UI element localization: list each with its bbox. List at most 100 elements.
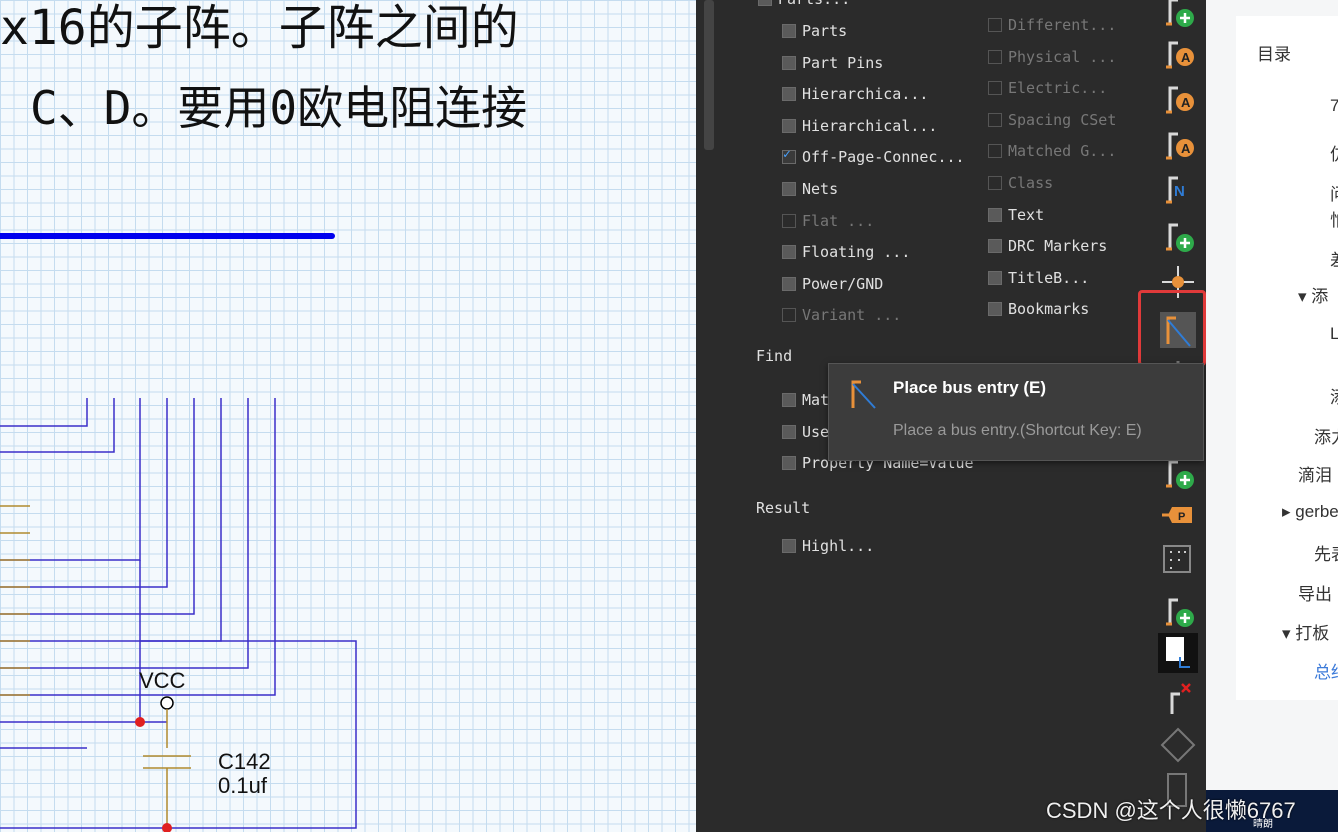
left-filter-option-7[interactable]: Floating ... bbox=[782, 243, 910, 261]
toc-item[interactable]: ▾ 打板 bbox=[1282, 619, 1329, 644]
bus-entry-highlight-box bbox=[1138, 290, 1206, 366]
tooltip-title: Place bus entry (E) bbox=[893, 378, 1047, 397]
right-filter-option-5[interactable]: Class bbox=[988, 174, 1053, 192]
place-wire-add-icon[interactable] bbox=[1158, 590, 1198, 630]
checkbox[interactable] bbox=[782, 308, 796, 323]
place-page-icon[interactable] bbox=[1158, 633, 1198, 673]
place-off-page-p-icon[interactable]: P bbox=[1158, 495, 1198, 535]
toc-item[interactable]: 添 bbox=[1330, 383, 1338, 408]
result-section-title: Result bbox=[756, 499, 811, 517]
place-part-add-icon[interactable] bbox=[1158, 0, 1198, 30]
left-filter-option-0[interactable]: Parts bbox=[782, 22, 847, 40]
checkbox[interactable] bbox=[782, 539, 796, 553]
vcc-label: VCC bbox=[139, 668, 186, 693]
right-filter-option-6[interactable]: Text bbox=[988, 206, 1044, 224]
place-grid-array-icon[interactable] bbox=[1158, 540, 1198, 580]
right-filter-option-3[interactable]: Spacing CSet bbox=[988, 111, 1116, 129]
checkbox[interactable] bbox=[988, 270, 1002, 285]
checkbox[interactable] bbox=[782, 213, 796, 228]
option-label: Off-Page-Connec... bbox=[802, 148, 965, 167]
checkbox[interactable] bbox=[782, 182, 796, 196]
find-option-1[interactable]: Use bbox=[782, 423, 829, 441]
checkbox[interactable] bbox=[988, 302, 1002, 317]
svg-text:A: A bbox=[1181, 50, 1191, 65]
option-label: Floating ... bbox=[802, 243, 911, 262]
left-filter-option-3[interactable]: Hierarchical... bbox=[782, 117, 937, 135]
vertical-wires bbox=[0, 398, 357, 829]
toc-item[interactable]: 总结 bbox=[1314, 658, 1338, 683]
option-label: Class bbox=[1008, 174, 1054, 192]
toc-item[interactable]: 怕 bbox=[1330, 206, 1338, 231]
option-label: Part Pins bbox=[802, 53, 884, 72]
no-connect-icon[interactable] bbox=[1158, 680, 1198, 720]
place-pin-a-icon-2[interactable]: A bbox=[1158, 124, 1198, 164]
left-filter-option-1[interactable]: Part Pins bbox=[782, 54, 883, 72]
left-filter-option-8[interactable]: Power/GND bbox=[782, 275, 883, 293]
find-option-0[interactable]: Mat bbox=[782, 391, 829, 409]
toc-item[interactable]: ▸ gerbe bbox=[1282, 502, 1338, 522]
checkbox[interactable] bbox=[988, 49, 1002, 64]
checkbox[interactable] bbox=[988, 176, 1002, 190]
checkbox[interactable] bbox=[758, 0, 772, 6]
right-filter-option-1[interactable]: Physical ... bbox=[988, 48, 1116, 66]
checkbox[interactable] bbox=[988, 81, 1002, 96]
left-filter-option-2[interactable]: Hierarchica... bbox=[782, 85, 928, 103]
place-pin-a-stack-icon[interactable]: A bbox=[1158, 78, 1198, 118]
option-label: Bookmarks bbox=[1008, 300, 1090, 319]
result-option-0[interactable]: Highl... bbox=[782, 537, 874, 555]
toc-item[interactable]: ▾ 添 bbox=[1298, 282, 1328, 307]
checkbox[interactable] bbox=[988, 18, 1002, 32]
place-net-n-icon[interactable]: N bbox=[1158, 168, 1198, 208]
checkbox[interactable] bbox=[782, 87, 796, 102]
right-filter-option-9[interactable]: Bookmarks bbox=[988, 300, 1089, 318]
scrollbar-thumb[interactable] bbox=[704, 0, 714, 150]
filter-option-top-cut[interactable]: Parts... bbox=[758, 0, 850, 8]
toc-item[interactable]: 问 bbox=[1330, 180, 1338, 205]
left-filter-option-4[interactable]: Off-Page-Connec... bbox=[782, 147, 965, 167]
toc-item[interactable]: 添力 bbox=[1314, 423, 1338, 448]
checkbox[interactable] bbox=[782, 424, 796, 439]
option-label: Highl... bbox=[802, 537, 875, 555]
option-label: Parts... bbox=[778, 0, 850, 8]
checkbox[interactable] bbox=[782, 55, 796, 70]
place-pin-a-icon[interactable]: A bbox=[1158, 33, 1198, 73]
place-diamond-icon[interactable] bbox=[1158, 725, 1198, 765]
right-filter-option-2[interactable]: Electric... bbox=[988, 79, 1107, 97]
checkbox[interactable] bbox=[782, 245, 796, 260]
left-filter-option-6[interactable]: Flat ... bbox=[782, 212, 874, 230]
checkbox[interactable] bbox=[782, 147, 796, 165]
toc-item[interactable]: 导出 bbox=[1298, 580, 1332, 605]
checkbox[interactable] bbox=[782, 456, 796, 471]
checkbox[interactable] bbox=[988, 239, 1002, 254]
checkbox[interactable] bbox=[988, 112, 1002, 127]
left-filter-option-9[interactable]: Variant ... bbox=[782, 306, 901, 324]
option-label: Mat bbox=[802, 391, 830, 409]
option-label: Text bbox=[1008, 205, 1045, 224]
left-filter-option-5[interactable]: Nets bbox=[782, 180, 838, 198]
junction-dot bbox=[162, 823, 172, 832]
checkbox[interactable] bbox=[782, 276, 796, 291]
svg-text:A: A bbox=[1181, 95, 1191, 110]
checkbox[interactable] bbox=[988, 207, 1002, 222]
right-filter-option-8[interactable]: TitleB... bbox=[988, 269, 1089, 287]
right-filter-option-0[interactable]: Different... bbox=[988, 16, 1116, 34]
checkbox[interactable] bbox=[782, 24, 796, 38]
toc-item[interactable]: 滴泪 bbox=[1298, 461, 1332, 486]
schematic-drawing bbox=[0, 233, 357, 832]
schematic-canvas[interactable]: x16的子阵。子阵之间的 C、D。要用0欧电阻连接 VCC C142 0.1uf bbox=[0, 0, 696, 832]
capacitor-c142 bbox=[143, 755, 191, 828]
right-filter-option-4[interactable]: Matched G... bbox=[988, 142, 1116, 160]
place-pin-add-icon[interactable] bbox=[1158, 215, 1198, 255]
toc-item[interactable]: 仿 bbox=[1330, 140, 1338, 165]
option-label: Variant ... bbox=[802, 306, 902, 325]
toc-item[interactable]: 差 bbox=[1330, 246, 1338, 271]
checkbox[interactable] bbox=[782, 118, 796, 133]
toc-item[interactable]: L bbox=[1330, 324, 1338, 344]
option-label: Hierarchical... bbox=[802, 116, 938, 135]
option-label: Electric... bbox=[1008, 79, 1108, 98]
checkbox[interactable] bbox=[988, 144, 1002, 159]
toc-item[interactable]: 7 bbox=[1330, 96, 1338, 116]
right-filter-option-7[interactable]: DRC Markers bbox=[988, 237, 1107, 255]
toc-item[interactable]: 先表 bbox=[1314, 540, 1338, 565]
checkbox[interactable] bbox=[782, 393, 796, 407]
